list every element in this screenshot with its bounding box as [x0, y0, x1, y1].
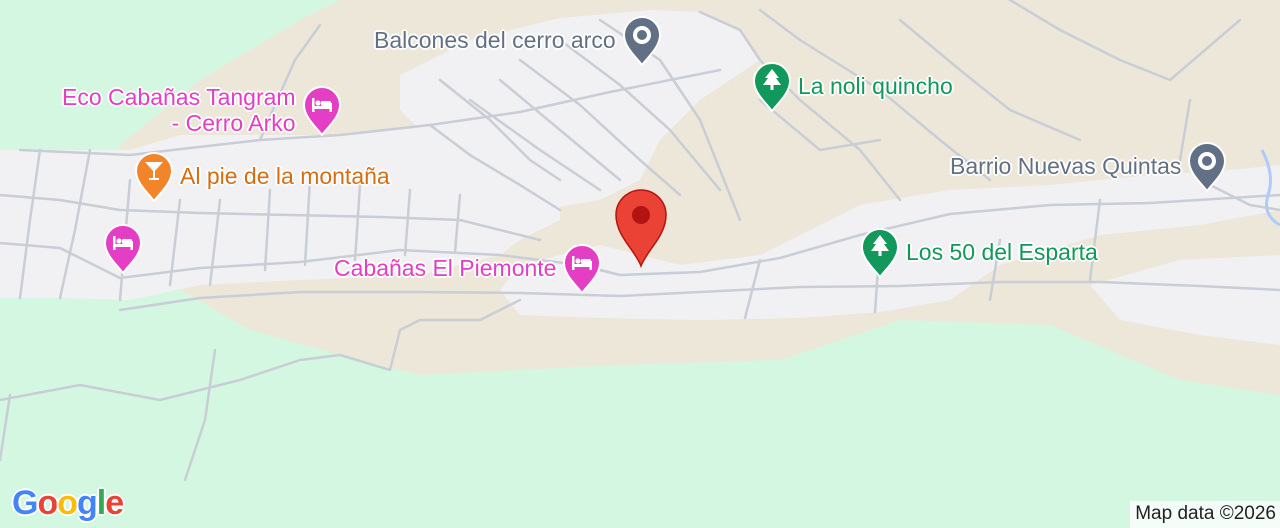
- poi-label: Eco Cabañas Tangram - Cerro Arko: [62, 84, 296, 136]
- poi-eco-cabanas-tangram[interactable]: Eco Cabañas Tangram - Cerro Arko: [62, 84, 342, 136]
- poi-los-50-del-esparta[interactable]: Los 50 del Esparta: [860, 226, 1098, 278]
- neighborhood-icon: [622, 16, 661, 66]
- poi-label: La noli quincho: [798, 73, 953, 99]
- poi-label: Cabañas El Piemonte: [334, 255, 557, 281]
- poi-cabanas-el-piemonte[interactable]: Cabañas El Piemonte: [334, 242, 602, 294]
- tree-icon: [860, 228, 900, 278]
- poi-al-pie-de-la-montana[interactable]: Al pie de la montaña: [134, 150, 390, 202]
- poi-label: Balcones del cerro arco: [374, 27, 616, 53]
- bed-icon: [563, 244, 602, 294]
- poi-balcones-del-cerro-arco[interactable]: Balcones del cerro arco: [374, 14, 662, 66]
- poi-unnamed-lodging[interactable]: [103, 222, 149, 274]
- bed-icon: [103, 224, 143, 274]
- cocktail-icon: [134, 152, 174, 202]
- neighborhood-icon: [1188, 142, 1227, 192]
- map-canvas[interactable]: Balcones del cerro arco Eco Cabañas Tang…: [0, 0, 1280, 528]
- tree-icon: [752, 62, 792, 112]
- poi-label: Los 50 del Esparta: [906, 239, 1098, 265]
- google-logo[interactable]: Google: [12, 484, 124, 523]
- poi-barrio-nuevas-quintas[interactable]: Barrio Nuevas Quintas: [950, 140, 1227, 192]
- map-attribution[interactable]: Map data ©2026: [1130, 501, 1280, 528]
- poi-label: Barrio Nuevas Quintas: [950, 153, 1182, 179]
- poi-la-noli-quincho[interactable]: La noli quincho: [752, 60, 953, 112]
- poi-label: Al pie de la montaña: [180, 163, 390, 189]
- bed-icon: [302, 86, 341, 136]
- location-pin-icon[interactable]: [613, 188, 669, 268]
